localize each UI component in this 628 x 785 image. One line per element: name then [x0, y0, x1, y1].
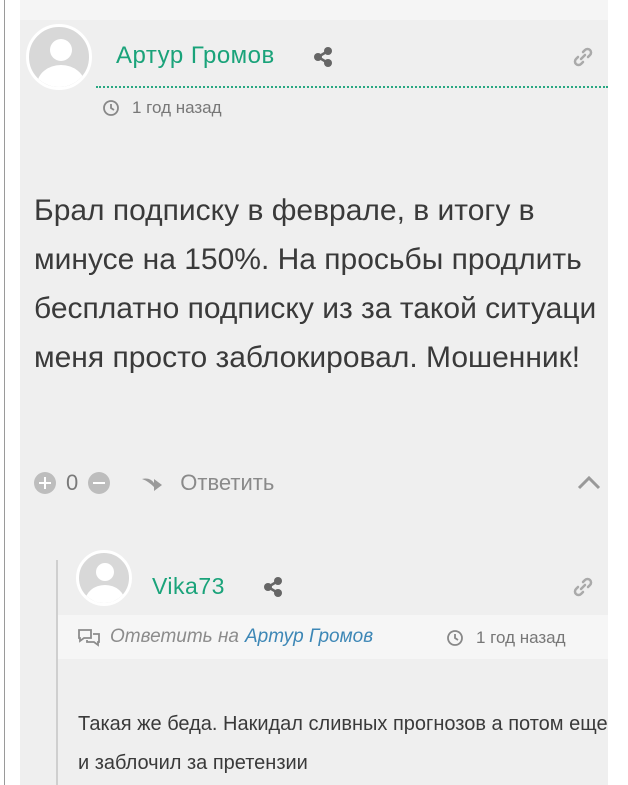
- plus-icon[interactable]: [34, 472, 56, 494]
- thread-line: [56, 560, 58, 785]
- reply-button[interactable]: Ответить: [140, 470, 274, 496]
- reply-to-author[interactable]: Артур Громов: [245, 626, 373, 648]
- avatar[interactable]: [26, 24, 92, 90]
- speech-bubbles-icon: [78, 629, 100, 647]
- comment-time[interactable]: 1 год назад: [132, 98, 222, 118]
- reply-meta: 1 год назад: [446, 628, 566, 648]
- reply-clock-icon: [447, 630, 463, 646]
- reply-share-icon[interactable]: [262, 576, 284, 598]
- header-divider: [96, 86, 608, 88]
- comment-meta: 1 год назад: [102, 98, 222, 118]
- reply-arrow-icon: [142, 478, 163, 491]
- comment-author[interactable]: Артур Громов: [116, 42, 275, 70]
- share-icon[interactable]: [312, 46, 334, 68]
- minus-icon[interactable]: [88, 472, 111, 494]
- reply-label: Ответить: [180, 470, 275, 495]
- reply-to-label: Ответить на: [110, 626, 239, 647]
- link-icon[interactable]: [572, 46, 594, 68]
- reply-text: Такая же беда. Накидал сливных прогнозов…: [78, 713, 608, 774]
- reply-time[interactable]: 1 год назад: [476, 628, 566, 648]
- reply-author[interactable]: Vika73: [152, 573, 225, 600]
- reply-link-icon[interactable]: [572, 576, 594, 598]
- chevron-up-icon[interactable]: [577, 474, 601, 490]
- top-strip: [20, 0, 608, 20]
- left-border: [4, 0, 5, 785]
- clock-icon: [103, 100, 119, 116]
- comment-actions: 0 Ответить: [34, 468, 274, 498]
- reply-to: Ответить на Артур Громов: [76, 626, 373, 648]
- vote-count: 0: [66, 470, 79, 495]
- comment-text: Брал подписку в феврале, в итогу в минус…: [34, 194, 597, 374]
- comment-card: Артур Громов 1 год назад Брал подписку в…: [20, 0, 608, 785]
- reply-avatar[interactable]: [76, 550, 132, 606]
